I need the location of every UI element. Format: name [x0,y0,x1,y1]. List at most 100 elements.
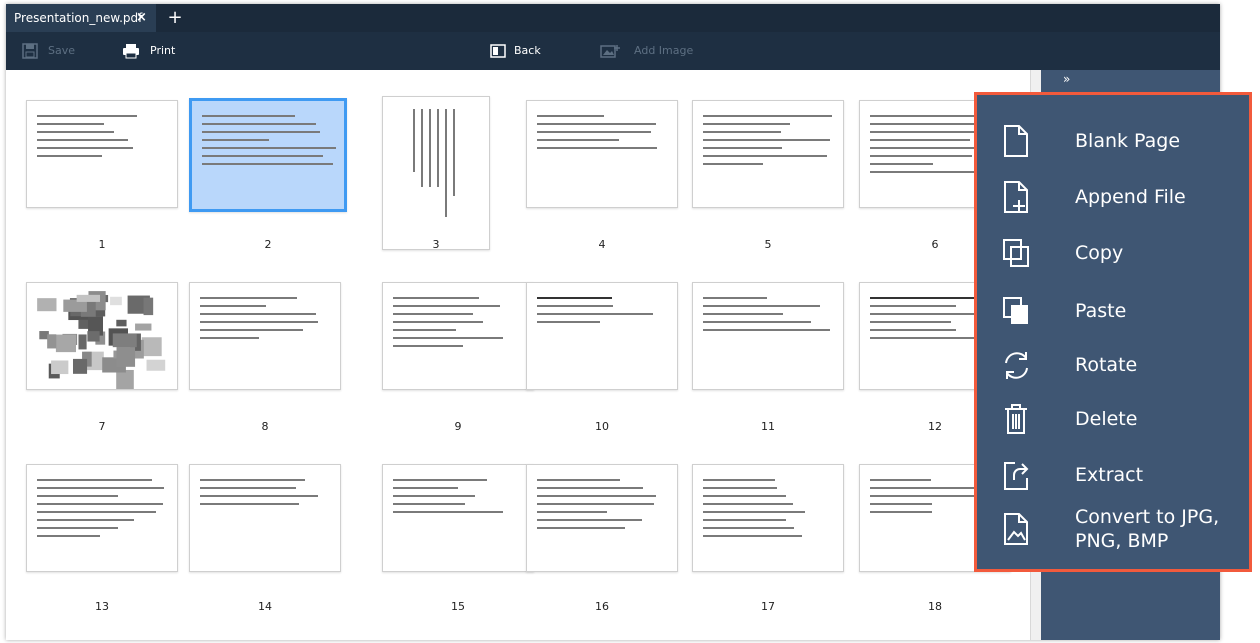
print-button[interactable]: Print [122,32,182,70]
text-line [202,123,316,125]
page-thumbnail[interactable] [26,464,178,572]
menu-item-copy[interactable]: Copy [977,229,1249,279]
text-line [703,479,775,481]
text-line [870,495,989,497]
text-line [870,313,987,315]
page-thumbnail[interactable] [26,100,178,208]
menu-item-image[interactable]: Convert to JPG, PNG, BMP [977,505,1249,555]
text-line [703,115,832,117]
page-number: 14 [258,600,272,613]
text-line [703,123,790,125]
text-line [37,527,118,529]
save-button[interactable]: Save [22,32,82,70]
text-line [429,109,431,187]
text-line [537,511,607,513]
text-line [413,109,415,173]
text-line [703,155,827,157]
text-line [703,487,777,489]
page-thumbnail[interactable] [382,464,534,572]
page-thumbnail[interactable] [382,282,534,390]
page-thumbnail[interactable] [526,100,678,208]
text-line [37,495,118,497]
text-line [453,109,455,197]
text-line [870,147,981,149]
page-number: 9 [454,420,462,433]
page-thumbnail[interactable] [189,464,341,572]
text-line [537,123,656,125]
page-thumbnail[interactable] [692,282,844,390]
print-label: Print [150,44,176,57]
text-line [537,495,656,497]
text-line [703,305,820,307]
text-line [393,337,503,339]
page-thumbnail[interactable] [526,282,678,390]
rotate-icon [1005,352,1028,379]
text-line [703,147,782,149]
close-tab-icon[interactable]: × [136,4,147,32]
copy-icon [1003,239,1029,267]
save-label: Save [48,44,76,57]
page-thumbnail[interactable] [26,282,178,390]
text-line [870,503,932,505]
page-thumbnail[interactable] [526,464,678,572]
text-line [37,519,134,521]
text-line [870,479,931,481]
menu-item-append-file[interactable]: Append File [977,173,1249,223]
page-number: 13 [95,600,109,613]
add-image-button[interactable]: Add Image [600,32,700,70]
page-thumbnail[interactable] [189,98,347,212]
add-tab-button[interactable]: + [164,4,186,32]
text-line [537,313,653,315]
menu-item-label: Extract [1075,464,1144,486]
text-line [200,321,318,323]
text-line [703,495,786,497]
menu-item-extract[interactable]: Extract [977,451,1249,501]
menu-item-label: Delete [1075,408,1138,430]
page-number: 15 [451,600,465,613]
tab-presentation[interactable]: Presentation_new.pdf × [6,4,156,32]
text-line [200,297,297,299]
page-number: 16 [595,600,609,613]
page-number: 17 [761,600,775,613]
text-line [537,139,619,141]
text-line [703,139,830,141]
text-line [537,479,620,481]
text-line [870,171,980,173]
menu-item-rotate[interactable]: Rotate [977,341,1249,391]
menu-item-blank-page[interactable]: Blank Page [977,117,1249,167]
text-line [870,329,956,331]
text-line [200,305,266,307]
page-number: 7 [98,420,106,433]
page-thumbnail[interactable] [692,100,844,208]
back-button[interactable]: Back [490,32,550,70]
text-line [37,155,102,157]
text-line [393,503,465,505]
page-number: 10 [595,420,609,433]
text-line [393,329,456,331]
text-line [37,123,104,125]
text-line [37,139,128,141]
text-line [870,155,972,157]
page-number: 2 [264,238,272,251]
menu-item-trash[interactable]: Delete [977,395,1249,445]
save-icon [22,43,38,59]
image-icon [1004,513,1028,545]
menu-item-label: Append File [1075,186,1186,208]
page-view-icon [490,44,506,58]
text-line [703,519,786,521]
page-grid: 1 2 3 4 5 6 7 8 9 10 11 12 13 14 15 16 17 18 [6,70,1041,640]
extract-icon [1004,462,1029,490]
page-thumbnail[interactable] [692,464,844,572]
text-line [703,163,763,165]
text-line [202,131,320,133]
text-line [870,337,988,339]
text-line [393,511,503,513]
page-thumbnail[interactable] [382,96,490,250]
page-number: 3 [432,238,440,251]
collapse-panel-icon[interactable]: » [1063,72,1070,86]
text-line [703,511,805,513]
menu-item-paste[interactable]: Paste [977,287,1249,337]
text-line [445,109,447,218]
text-line [703,535,802,537]
page-thumbnail[interactable] [189,282,341,390]
